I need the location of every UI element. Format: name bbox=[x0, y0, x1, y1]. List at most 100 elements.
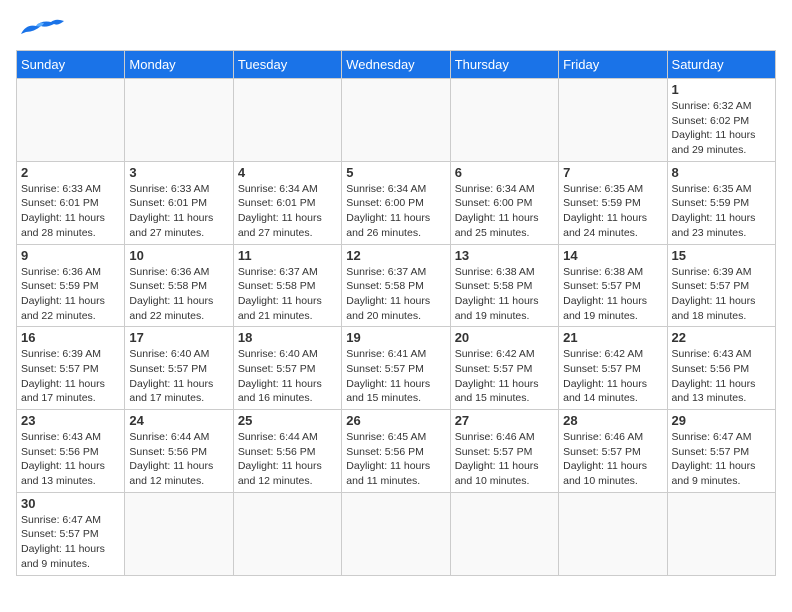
calendar-cell: 7Sunrise: 6:35 AM Sunset: 5:59 PM Daylig… bbox=[559, 161, 667, 244]
calendar: SundayMondayTuesdayWednesdayThursdayFrid… bbox=[16, 50, 776, 576]
calendar-cell: 1Sunrise: 6:32 AM Sunset: 6:02 PM Daylig… bbox=[667, 79, 775, 162]
calendar-cell bbox=[17, 79, 125, 162]
calendar-cell: 9 Sunrise: 6:36 AM Sunset: 5:59 PM Daylig… bbox=[17, 244, 125, 327]
calendar-cell bbox=[559, 492, 667, 575]
day-number: 27 bbox=[455, 413, 554, 428]
col-header-friday: Friday bbox=[559, 51, 667, 79]
day-number: 12 bbox=[346, 248, 445, 263]
calendar-cell: 24 Sunrise: 6:44 AM Sunset: 5:56 PM Dayli… bbox=[125, 410, 233, 493]
day-info: Sunrise: 6:47 AM Sunset: 5:57 PM Dayligh… bbox=[21, 513, 120, 572]
calendar-cell bbox=[233, 492, 341, 575]
day-number: 22 bbox=[672, 330, 771, 345]
week-row-1: 1Sunrise: 6:32 AM Sunset: 6:02 PM Daylig… bbox=[17, 79, 776, 162]
day-number: 17 bbox=[129, 330, 228, 345]
calendar-cell: 5Sunrise: 6:34 AM Sunset: 6:00 PM Daylig… bbox=[342, 161, 450, 244]
day-info: Sunrise: 6:38 AM Sunset: 5:57 PM Dayligh… bbox=[563, 265, 662, 324]
col-header-tuesday: Tuesday bbox=[233, 51, 341, 79]
day-info: Sunrise: 6:46 AM Sunset: 5:57 PM Dayligh… bbox=[563, 430, 662, 489]
calendar-cell: 14 Sunrise: 6:38 AM Sunset: 5:57 PM Dayli… bbox=[559, 244, 667, 327]
day-number: 15 bbox=[672, 248, 771, 263]
col-header-wednesday: Wednesday bbox=[342, 51, 450, 79]
calendar-cell: 27Sunrise: 6:46 AM Sunset: 5:57 PM Dayli… bbox=[450, 410, 558, 493]
day-number: 4 bbox=[238, 165, 337, 180]
day-info: Sunrise: 6:47 AM Sunset: 5:57 PM Dayligh… bbox=[672, 430, 771, 489]
calendar-cell: 4 Sunrise: 6:34 AM Sunset: 6:01 PM Daylig… bbox=[233, 161, 341, 244]
week-row-5: 23 Sunrise: 6:43 AM Sunset: 5:56 PM Dayli… bbox=[17, 410, 776, 493]
calendar-cell: 15 Sunrise: 6:39 AM Sunset: 5:57 PM Dayli… bbox=[667, 244, 775, 327]
day-number: 1 bbox=[672, 82, 771, 97]
calendar-cell bbox=[125, 79, 233, 162]
calendar-cell bbox=[342, 492, 450, 575]
day-number: 10 bbox=[129, 248, 228, 263]
header bbox=[16, 16, 776, 38]
calendar-cell bbox=[125, 492, 233, 575]
day-info: Sunrise: 6:43 AM Sunset: 5:56 PM Dayligh… bbox=[672, 347, 771, 406]
col-header-sunday: Sunday bbox=[17, 51, 125, 79]
logo-bird-icon bbox=[16, 16, 66, 38]
calendar-cell bbox=[450, 79, 558, 162]
calendar-cell: 20Sunrise: 6:42 AM Sunset: 5:57 PM Dayli… bbox=[450, 327, 558, 410]
calendar-cell bbox=[342, 79, 450, 162]
day-info: Sunrise: 6:37 AM Sunset: 5:58 PM Dayligh… bbox=[346, 265, 445, 324]
week-row-4: 16Sunrise: 6:39 AM Sunset: 5:57 PM Dayli… bbox=[17, 327, 776, 410]
day-info: Sunrise: 6:43 AM Sunset: 5:56 PM Dayligh… bbox=[21, 430, 120, 489]
day-number: 3 bbox=[129, 165, 228, 180]
calendar-cell: 19Sunrise: 6:41 AM Sunset: 5:57 PM Dayli… bbox=[342, 327, 450, 410]
day-number: 24 bbox=[129, 413, 228, 428]
logo bbox=[16, 16, 66, 38]
day-info: Sunrise: 6:33 AM Sunset: 6:01 PM Dayligh… bbox=[129, 182, 228, 241]
day-info: Sunrise: 6:39 AM Sunset: 5:57 PM Dayligh… bbox=[672, 265, 771, 324]
calendar-cell bbox=[667, 492, 775, 575]
day-info: Sunrise: 6:34 AM Sunset: 6:01 PM Dayligh… bbox=[238, 182, 337, 241]
week-row-6: 30 Sunrise: 6:47 AM Sunset: 5:57 PM Dayli… bbox=[17, 492, 776, 575]
day-info: Sunrise: 6:44 AM Sunset: 5:56 PM Dayligh… bbox=[129, 430, 228, 489]
day-number: 11 bbox=[238, 248, 337, 263]
calendar-cell: 18 Sunrise: 6:40 AM Sunset: 5:57 PM Dayli… bbox=[233, 327, 341, 410]
day-info: Sunrise: 6:37 AM Sunset: 5:58 PM Dayligh… bbox=[238, 265, 337, 324]
col-header-saturday: Saturday bbox=[667, 51, 775, 79]
day-info: Sunrise: 6:40 AM Sunset: 5:57 PM Dayligh… bbox=[238, 347, 337, 406]
calendar-cell: 22 Sunrise: 6:43 AM Sunset: 5:56 PM Dayli… bbox=[667, 327, 775, 410]
day-info: Sunrise: 6:45 AM Sunset: 5:56 PM Dayligh… bbox=[346, 430, 445, 489]
calendar-cell: 21 Sunrise: 6:42 AM Sunset: 5:57 PM Dayli… bbox=[559, 327, 667, 410]
calendar-cell: 6Sunrise: 6:34 AM Sunset: 6:00 PM Daylig… bbox=[450, 161, 558, 244]
day-number: 20 bbox=[455, 330, 554, 345]
day-number: 28 bbox=[563, 413, 662, 428]
calendar-cell: 11 Sunrise: 6:37 AM Sunset: 5:58 PM Dayli… bbox=[233, 244, 341, 327]
week-row-3: 9 Sunrise: 6:36 AM Sunset: 5:59 PM Daylig… bbox=[17, 244, 776, 327]
day-number: 9 bbox=[21, 248, 120, 263]
day-number: 26 bbox=[346, 413, 445, 428]
calendar-cell: 12 Sunrise: 6:37 AM Sunset: 5:58 PM Dayli… bbox=[342, 244, 450, 327]
day-number: 2 bbox=[21, 165, 120, 180]
calendar-header-row: SundayMondayTuesdayWednesdayThursdayFrid… bbox=[17, 51, 776, 79]
day-number: 8 bbox=[672, 165, 771, 180]
day-number: 30 bbox=[21, 496, 120, 511]
day-info: Sunrise: 6:35 AM Sunset: 5:59 PM Dayligh… bbox=[672, 182, 771, 241]
calendar-cell: 16Sunrise: 6:39 AM Sunset: 5:57 PM Dayli… bbox=[17, 327, 125, 410]
col-header-monday: Monday bbox=[125, 51, 233, 79]
day-info: Sunrise: 6:34 AM Sunset: 6:00 PM Dayligh… bbox=[455, 182, 554, 241]
calendar-cell: 3 Sunrise: 6:33 AM Sunset: 6:01 PM Daylig… bbox=[125, 161, 233, 244]
day-info: Sunrise: 6:42 AM Sunset: 5:57 PM Dayligh… bbox=[563, 347, 662, 406]
day-info: Sunrise: 6:36 AM Sunset: 5:59 PM Dayligh… bbox=[21, 265, 120, 324]
day-info: Sunrise: 6:41 AM Sunset: 5:57 PM Dayligh… bbox=[346, 347, 445, 406]
calendar-cell: 23 Sunrise: 6:43 AM Sunset: 5:56 PM Dayli… bbox=[17, 410, 125, 493]
day-info: Sunrise: 6:38 AM Sunset: 5:58 PM Dayligh… bbox=[455, 265, 554, 324]
calendar-cell: 17 Sunrise: 6:40 AM Sunset: 5:57 PM Dayli… bbox=[125, 327, 233, 410]
calendar-cell: 29 Sunrise: 6:47 AM Sunset: 5:57 PM Dayli… bbox=[667, 410, 775, 493]
calendar-cell: 26 Sunrise: 6:45 AM Sunset: 5:56 PM Dayli… bbox=[342, 410, 450, 493]
calendar-cell: 10Sunrise: 6:36 AM Sunset: 5:58 PM Dayli… bbox=[125, 244, 233, 327]
day-number: 21 bbox=[563, 330, 662, 345]
calendar-cell: 13 Sunrise: 6:38 AM Sunset: 5:58 PM Dayli… bbox=[450, 244, 558, 327]
day-number: 18 bbox=[238, 330, 337, 345]
day-number: 29 bbox=[672, 413, 771, 428]
calendar-cell: 8 Sunrise: 6:35 AM Sunset: 5:59 PM Daylig… bbox=[667, 161, 775, 244]
calendar-cell: 28 Sunrise: 6:46 AM Sunset: 5:57 PM Dayli… bbox=[559, 410, 667, 493]
day-number: 23 bbox=[21, 413, 120, 428]
week-row-2: 2 Sunrise: 6:33 AM Sunset: 6:01 PM Daylig… bbox=[17, 161, 776, 244]
day-number: 13 bbox=[455, 248, 554, 263]
day-number: 7 bbox=[563, 165, 662, 180]
day-info: Sunrise: 6:40 AM Sunset: 5:57 PM Dayligh… bbox=[129, 347, 228, 406]
day-number: 14 bbox=[563, 248, 662, 263]
calendar-cell: 30 Sunrise: 6:47 AM Sunset: 5:57 PM Dayli… bbox=[17, 492, 125, 575]
